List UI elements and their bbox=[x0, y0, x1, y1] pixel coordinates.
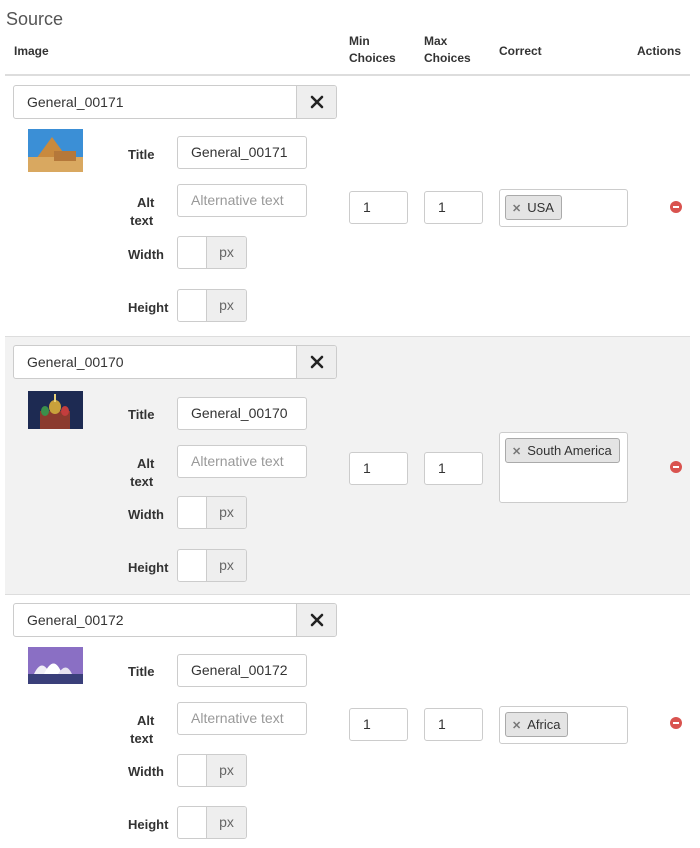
height-input[interactable]: px bbox=[177, 806, 247, 839]
clear-image-button[interactable] bbox=[296, 604, 336, 636]
column-header-min-choices: Min Choices bbox=[349, 33, 396, 67]
column-header-min-line1: Min bbox=[349, 34, 370, 48]
image-name-input[interactable]: General_00171 bbox=[13, 85, 337, 119]
title-input[interactable]: General_00170 bbox=[177, 397, 307, 430]
height-label: Height bbox=[128, 300, 169, 315]
correct-tag[interactable]: ✕ Africa bbox=[505, 712, 569, 737]
table-row: General_00170 Title General_00170 Alt te… bbox=[5, 336, 690, 595]
alt-label-line1: Alt bbox=[137, 195, 155, 210]
width-unit: px bbox=[206, 755, 246, 786]
alt-text-input[interactable]: Alternative text bbox=[177, 445, 307, 478]
column-header-min-line2: Choices bbox=[349, 51, 396, 65]
height-input[interactable]: px bbox=[177, 289, 247, 322]
remove-row-icon[interactable] bbox=[670, 717, 682, 729]
correct-tag[interactable]: ✕ USA bbox=[505, 195, 562, 220]
width-unit: px bbox=[206, 237, 246, 268]
thumbnail-graphic bbox=[28, 391, 83, 429]
remove-tag-icon[interactable]: ✕ bbox=[512, 446, 521, 458]
image-name-value: General_00170 bbox=[27, 354, 124, 370]
width-input[interactable]: px bbox=[177, 496, 247, 529]
width-label: Width bbox=[128, 247, 164, 262]
table-row: General_00172 Title General_00172 Alt te… bbox=[5, 596, 690, 848]
min-choices-input[interactable]: 1 bbox=[349, 452, 408, 485]
height-unit: px bbox=[206, 290, 246, 321]
width-label: Width bbox=[128, 507, 164, 522]
correct-tag[interactable]: ✕ South America bbox=[505, 438, 620, 463]
correct-tag-label: South America bbox=[527, 443, 612, 458]
max-choices-input[interactable]: 1 bbox=[424, 708, 483, 741]
height-label: Height bbox=[128, 560, 169, 575]
column-header-actions: Actions bbox=[637, 44, 682, 58]
remove-tag-icon[interactable]: ✕ bbox=[512, 720, 521, 732]
title-label: Title bbox=[128, 664, 155, 679]
image-name-value: General_00172 bbox=[27, 612, 124, 628]
alt-text-input[interactable]: Alternative text bbox=[177, 184, 307, 217]
title-label: Title bbox=[128, 147, 155, 162]
width-label: Width bbox=[128, 764, 164, 779]
close-icon bbox=[310, 95, 324, 109]
correct-tags-field[interactable]: ✕ USA bbox=[499, 189, 628, 227]
max-choices-input[interactable]: 1 bbox=[424, 191, 483, 224]
image-name-value: General_00171 bbox=[27, 94, 124, 110]
correct-tags-field[interactable]: ✕ Africa bbox=[499, 706, 628, 744]
table-row: General_00171 Title General_00171 Alt te… bbox=[5, 77, 690, 335]
remove-tag-icon[interactable]: ✕ bbox=[512, 203, 521, 215]
section-title: Source bbox=[6, 9, 64, 29]
column-header-correct: Correct bbox=[499, 44, 542, 58]
height-unit: px bbox=[206, 807, 246, 838]
min-choices-input[interactable]: 1 bbox=[349, 708, 408, 741]
width-input[interactable]: px bbox=[177, 236, 247, 269]
title-input[interactable]: General_00171 bbox=[177, 136, 307, 169]
height-label: Height bbox=[128, 817, 169, 832]
pyramid-sphinx-image bbox=[28, 129, 83, 172]
alt-label-line1: Alt bbox=[137, 456, 155, 471]
column-header-max-line2: Choices bbox=[424, 51, 471, 65]
width-unit: px bbox=[206, 497, 246, 528]
close-icon bbox=[310, 355, 324, 369]
alt-label-line2: text bbox=[130, 213, 154, 228]
sydney-opera-house-image bbox=[28, 647, 83, 684]
remove-row-icon[interactable] bbox=[670, 461, 682, 473]
height-unit: px bbox=[206, 550, 246, 581]
alt-label-line2: text bbox=[130, 474, 154, 489]
alt-text-label: Alt text bbox=[130, 455, 155, 491]
header-divider bbox=[5, 74, 690, 76]
image-name-input[interactable]: General_00172 bbox=[13, 603, 337, 637]
clear-image-button[interactable] bbox=[296, 346, 336, 378]
width-input[interactable]: px bbox=[177, 754, 247, 787]
height-input[interactable]: px bbox=[177, 549, 247, 582]
thumbnail-graphic bbox=[28, 647, 83, 684]
thumbnail-graphic bbox=[28, 129, 83, 172]
close-icon bbox=[310, 613, 324, 627]
alt-label-line2: text bbox=[130, 731, 154, 746]
image-name-input[interactable]: General_00170 bbox=[13, 345, 337, 379]
title-label: Title bbox=[128, 407, 155, 422]
alt-text-label: Alt text bbox=[130, 194, 155, 230]
title-input[interactable]: General_00172 bbox=[177, 654, 307, 687]
correct-tag-label: USA bbox=[527, 200, 554, 215]
remove-row-icon[interactable] bbox=[670, 201, 682, 213]
column-header-image: Image bbox=[14, 44, 49, 58]
correct-tags-field[interactable]: ✕ South America bbox=[499, 432, 628, 503]
st-basils-cathedral-image bbox=[28, 391, 83, 429]
max-choices-input[interactable]: 1 bbox=[424, 452, 483, 485]
column-header-max-choices: Max Choices bbox=[424, 33, 471, 67]
correct-tag-label: Africa bbox=[527, 717, 561, 732]
clear-image-button[interactable] bbox=[296, 86, 336, 118]
alt-label-line1: Alt bbox=[137, 713, 155, 728]
min-choices-input[interactable]: 1 bbox=[349, 191, 408, 224]
column-header-max-line1: Max bbox=[424, 34, 448, 48]
alt-text-input[interactable]: Alternative text bbox=[177, 702, 307, 735]
alt-text-label: Alt text bbox=[130, 712, 155, 748]
